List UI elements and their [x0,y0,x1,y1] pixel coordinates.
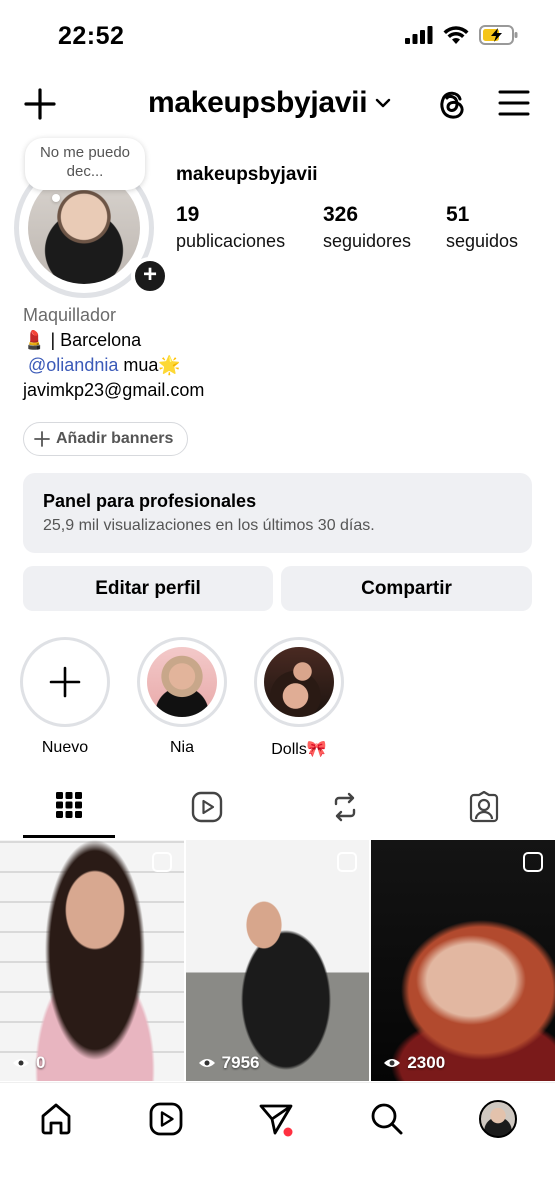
highlight-label: Nuevo [41,739,89,756]
eye-icon [198,1059,215,1067]
eye-icon [384,1059,401,1067]
highlight-nia[interactable]: Nia [136,637,228,757]
nav-search[interactable] [367,1099,407,1139]
chevron-down-icon [376,98,391,108]
nav-home[interactable] [36,1099,76,1139]
reels-icon [191,791,223,823]
stat-followers-label: seguidores [323,231,412,251]
profile-tabs [0,785,555,839]
signal-icon [405,26,433,44]
post-views: 2300 [383,1053,445,1073]
stat-following[interactable]: 51 seguidos [446,203,518,252]
bio-mention-link[interactable]: @oliandnia [28,355,118,375]
note-bubble[interactable]: No me puedo dec... [25,138,145,190]
lipstick-emoji: 💄 [23,330,46,350]
note-bubble-tail [52,194,60,202]
highlight-dolls-image [264,647,334,717]
highlight-nia-ring [137,637,227,727]
battery-icon [479,25,518,45]
post-views-count: 0 [36,1053,46,1072]
add-banners-button[interactable]: Añadir banners [23,422,189,456]
bio-line-location: 💄 | Barcelona [23,328,204,353]
tab-tagged[interactable] [438,785,530,839]
account-switcher[interactable]: makeupsbyjavii [148,86,391,120]
tab-reposts[interactable] [299,785,391,839]
star-emoji: 🌟 [158,355,181,375]
profile-bio: Maquillador 💄 | Barcelona @oliandnia mua… [23,303,204,403]
highlight-label: Dolls🎀 [271,741,327,758]
repost-icon [334,792,356,822]
send-icon [259,1104,293,1137]
post-thumbnail[interactable]: 7956 [185,840,370,1081]
bottom-nav [0,1082,555,1200]
tab-posts-grid[interactable] [23,785,115,839]
post-views-count: 7956 [221,1053,260,1072]
multi-post-icon [151,852,172,872]
stat-following-value: 51 [446,203,470,226]
profile-name: makeupsbyjavii [176,164,318,185]
bio-category: Maquillador [23,305,117,325]
bio-line-mention: @oliandnia mua🌟 [23,353,204,378]
status-icons [405,25,519,45]
share-profile-button[interactable]: Compartir [281,566,532,611]
highlight-new-ring [20,637,110,727]
threads-icon[interactable] [435,86,469,122]
nav-reels[interactable] [146,1099,186,1139]
note-text: No me puedo dec... [39,144,131,180]
nav-messages[interactable] [256,1099,296,1139]
profile-avatar-small [479,1100,517,1138]
dashboard-subtitle: 25,9 mil visualizaciones en los últimos … [43,517,375,534]
stat-posts-label: publicaciones [176,231,286,251]
tagged-person-icon [469,791,499,823]
professional-dashboard[interactable]: Panel para profesionales 25,9 mil visual… [23,473,532,553]
post-thumbnail[interactable]: 2300 [371,840,555,1081]
add-story-plus-icon[interactable]: + [131,257,169,295]
stat-posts[interactable]: 19 publicaciones [176,203,285,252]
post-views-count: 2300 [407,1053,446,1072]
highlight-label: Nia [169,739,194,756]
nav-profile[interactable] [478,1099,518,1139]
stat-followers-value: 326 [323,203,359,226]
stat-following-label: seguidos [446,231,519,251]
posts-grid: 0 7956 2300 [0,840,555,1081]
create-plus-icon[interactable] [22,86,58,122]
plus-icon [49,666,81,698]
active-tab-indicator [23,835,115,838]
header-username: makeupsbyjavii [148,86,368,119]
bio-location: | Barcelona [50,330,142,350]
eye-icon [13,1059,29,1067]
post-thumbnail[interactable]: 0 [0,840,184,1081]
multi-post-icon [523,852,544,872]
add-banners-label: Añadir banners [56,430,174,447]
bio-email[interactable]: javimkp23@gmail.com [23,378,204,403]
stat-posts-value: 19 [176,203,200,226]
menu-icon[interactable] [498,88,530,118]
highlight-new[interactable]: Nuevo [19,637,111,757]
bio-mua: mua [123,355,159,375]
plus-icon [34,431,50,447]
edit-profile-button[interactable]: Editar perfil [23,566,273,611]
stat-followers[interactable]: 326 seguidores [323,203,411,252]
reels-icon [149,1102,183,1136]
tab-reels[interactable] [161,785,253,839]
search-icon [371,1103,403,1135]
dashboard-title: Panel para profesionales [43,491,257,511]
status-time: 22:52 [58,22,125,50]
profile-header: makeupsbyjavii [0,78,555,130]
wifi-icon [443,25,469,44]
highlight-dolls[interactable]: Dolls🎀 [253,637,345,759]
grid-icon [56,792,82,818]
status-bar: 22:52 [0,0,555,70]
highlight-dolls-ring [254,637,344,727]
multi-post-icon [337,852,358,872]
home-icon [41,1103,71,1135]
post-views: 7956 [198,1053,260,1073]
post-views: 0 [12,1053,45,1073]
highlight-nia-image [147,647,217,717]
